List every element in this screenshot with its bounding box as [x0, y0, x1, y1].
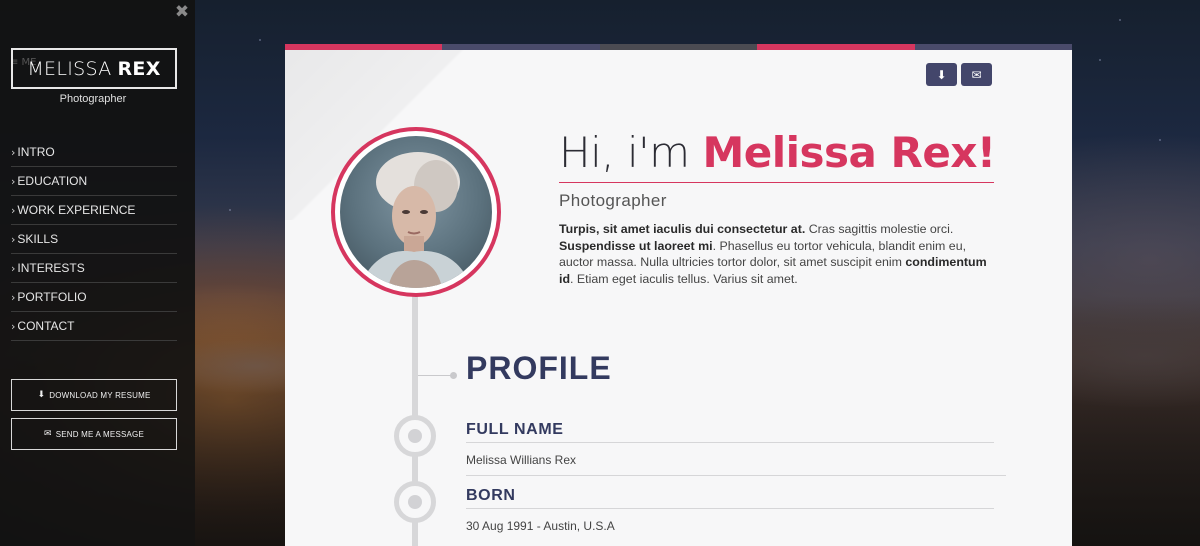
nav-item-label: EDUCATION: [17, 174, 88, 188]
nav-item-work-experience[interactable]: › WORK EXPERIENCE: [11, 196, 177, 225]
timeline-branch-dot: [450, 372, 457, 379]
chevron-right-icon: ›: [11, 290, 16, 304]
hero-divider: [559, 182, 994, 183]
nav-item-label: INTERESTS: [17, 261, 85, 275]
sidebar: ✖ ≡ ME MELISSA REX Photographer › INTRO ›…: [0, 0, 195, 546]
nav-item-education[interactable]: › EDUCATION: [11, 167, 177, 196]
field-label-full-name: FULL NAME: [466, 421, 564, 438]
intro-text: Cras sagittis molestie orci.: [805, 222, 954, 236]
download-icon: ⬇: [37, 390, 46, 400]
mail-action-button[interactable]: ✉: [961, 63, 992, 86]
nav-item-label: SKILLS: [17, 232, 59, 246]
sidebar-name-logo[interactable]: MELISSA REX: [11, 48, 177, 89]
nav-item-label: WORK EXPERIENCE: [17, 203, 136, 217]
hero-name: Melissa Rex!: [702, 128, 996, 177]
sidebar-title: Photographer: [59, 93, 127, 105]
nav-item-intro[interactable]: › INTRO: [11, 138, 177, 167]
nav-item-label: PORTFOLIO: [17, 290, 87, 304]
mail-icon: ✉: [971, 67, 982, 82]
field-divider: [466, 442, 994, 443]
intro-bold: Suspendisse ut laoreet mi: [559, 238, 713, 253]
send-message-button[interactable]: ✉ SEND ME A MESSAGE: [11, 418, 177, 450]
color-top-bar: [285, 44, 1072, 50]
chevron-right-icon: ›: [11, 203, 16, 217]
timeline-node: [394, 481, 436, 523]
profile-heading: PROFILE: [466, 350, 612, 386]
resume-card: ⬇ ✉ Hi, i'm Melissa Rex! Photographer Tu…: [285, 44, 1072, 546]
nav-item-label: INTRO: [17, 145, 55, 159]
timeline-branch: [418, 375, 453, 376]
hero-heading: Hi, i'm Melissa Rex!: [559, 128, 996, 177]
hero-intro: Turpis, sit amet iaculis dui consectetur…: [559, 221, 999, 287]
hero-subtitle: Photographer: [559, 191, 667, 210]
field-divider: [466, 508, 994, 509]
close-icon[interactable]: ✖: [174, 3, 190, 21]
field-label-born: BORN: [466, 487, 516, 504]
download-resume-button[interactable]: ⬇ DOWNLOAD MY RESUME: [11, 379, 177, 411]
chevron-right-icon: ›: [11, 319, 16, 333]
nav-item-interests[interactable]: › INTERESTS: [11, 254, 177, 283]
download-action-button[interactable]: ⬇: [926, 63, 957, 86]
download-icon: ⬇: [936, 67, 947, 82]
sidebar-last-name: REX: [117, 57, 161, 80]
hero-greeting: Hi, i'm: [559, 128, 690, 177]
sidebar-nav: › INTRO › EDUCATION › WORK EXPERIENCE › SKIL…: [11, 138, 177, 341]
intro-bold: Turpis, sit amet iaculis dui consectetur…: [559, 222, 806, 236]
nav-item-contact[interactable]: › CONTACT: [11, 312, 177, 341]
nav-item-portfolio[interactable]: › PORTFOLIO: [11, 283, 177, 312]
nav-item-label: CONTACT: [17, 319, 75, 333]
avatar: [331, 127, 501, 297]
timeline-node: [394, 415, 436, 457]
chevron-right-icon: ›: [11, 232, 16, 246]
chevron-right-icon: ›: [11, 174, 16, 188]
field-divider: [466, 475, 1006, 476]
field-value-born: 30 Aug 1991 - Austin, U.S.A: [466, 519, 615, 533]
profile-photo: [340, 136, 492, 288]
sidebar-first-name: MELISSA: [27, 57, 112, 80]
download-resume-label: DOWNLOAD MY RESUME: [49, 390, 151, 400]
field-value-full-name: Melissa Willians Rex: [466, 453, 577, 467]
chevron-right-icon: ›: [11, 145, 16, 159]
mail-icon: ✉: [43, 429, 52, 439]
send-message-label: SEND ME A MESSAGE: [55, 429, 145, 439]
chevron-right-icon: ›: [11, 261, 16, 275]
intro-text: . Etiam eget iaculis tellus. Varius sit …: [570, 271, 798, 286]
nav-item-skills[interactable]: › SKILLS: [11, 225, 177, 254]
